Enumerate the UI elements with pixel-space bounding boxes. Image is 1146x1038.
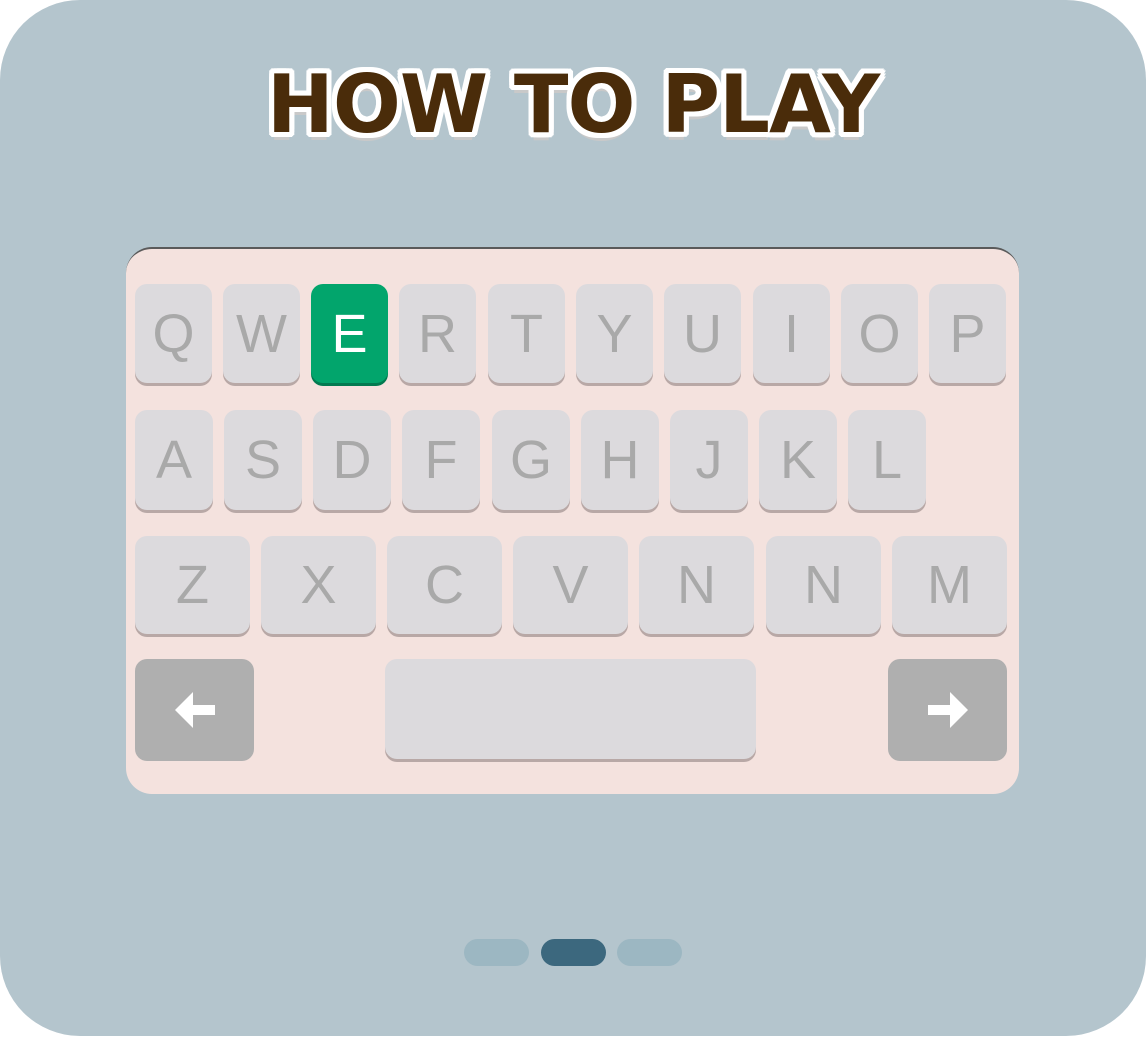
key-a[interactable]: A [135, 410, 213, 510]
key-m[interactable]: M [892, 536, 1007, 634]
page-dot-2-current[interactable] [541, 939, 606, 966]
arrow-right-icon [926, 688, 970, 732]
key-e-highlighted[interactable]: E [311, 284, 388, 383]
key-q[interactable]: Q [135, 284, 212, 383]
how-to-play-panel: HOW TO PLAY Q W E R T Y U I O P A S D F … [0, 0, 1146, 1036]
key-k[interactable]: K [759, 410, 837, 510]
key-i[interactable]: I [753, 284, 830, 383]
key-w[interactable]: W [223, 284, 300, 383]
key-c[interactable]: C [387, 536, 502, 634]
key-d[interactable]: D [313, 410, 391, 510]
key-r[interactable]: R [399, 284, 476, 383]
key-p[interactable]: P [929, 284, 1006, 383]
key-u[interactable]: U [664, 284, 741, 383]
key-s[interactable]: S [224, 410, 302, 510]
key-x[interactable]: X [261, 536, 376, 634]
key-t[interactable]: T [488, 284, 565, 383]
key-h[interactable]: H [581, 410, 659, 510]
forward-key[interactable] [888, 659, 1007, 761]
key-l[interactable]: L [848, 410, 926, 510]
key-o[interactable]: O [841, 284, 918, 383]
key-y[interactable]: Y [576, 284, 653, 383]
page-title: HOW TO PLAY [266, 58, 880, 151]
key-z[interactable]: Z [135, 536, 250, 634]
space-key[interactable] [385, 659, 756, 759]
key-f[interactable]: F [402, 410, 480, 510]
key-v[interactable]: V [513, 536, 628, 634]
back-key[interactable] [135, 659, 254, 761]
key-n-2[interactable]: N [766, 536, 881, 634]
key-g[interactable]: G [492, 410, 570, 510]
page-indicator [0, 939, 1146, 966]
arrow-left-icon [173, 688, 217, 732]
keyboard: Q W E R T Y U I O P A S D F G H J K L Z … [126, 247, 1019, 794]
page-dot-3[interactable] [617, 939, 682, 966]
page-dot-1[interactable] [464, 939, 529, 966]
key-j[interactable]: J [670, 410, 748, 510]
key-n[interactable]: N [639, 536, 754, 634]
